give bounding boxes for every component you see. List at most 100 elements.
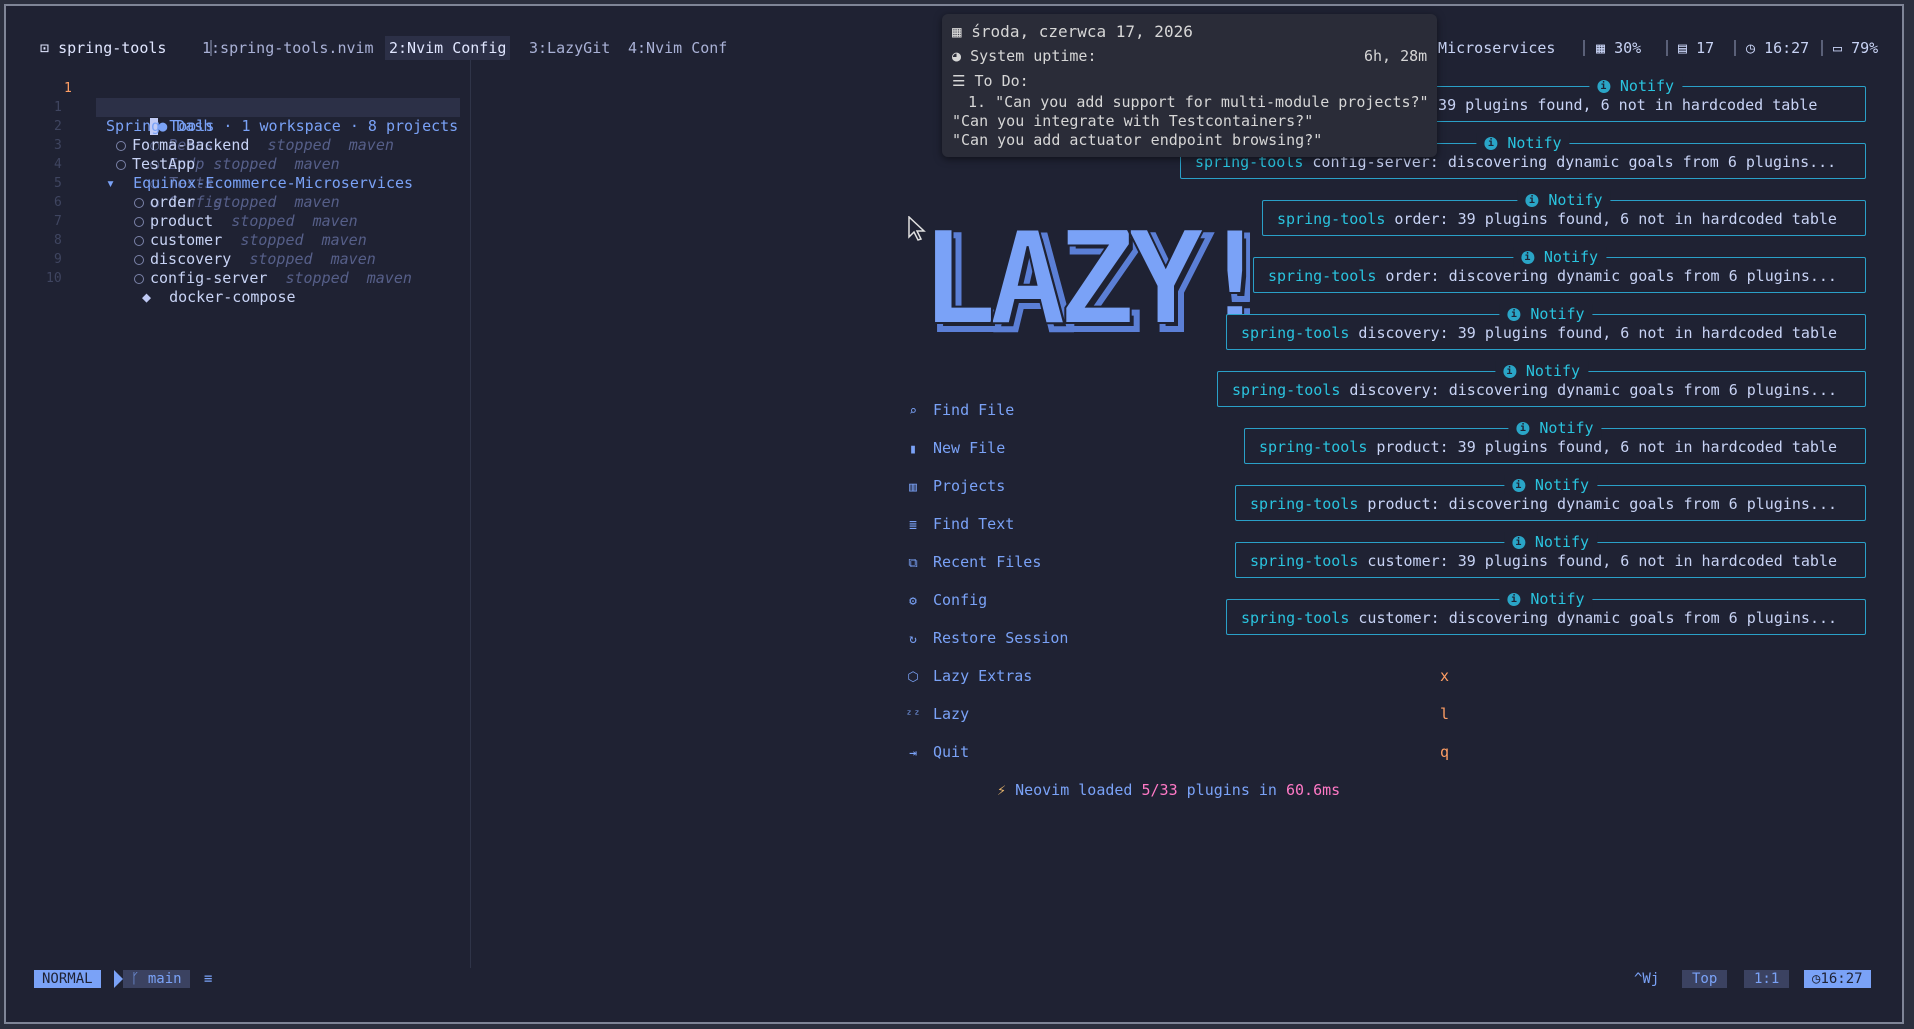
status-dot-icon	[134, 235, 144, 246]
scroll-position: Top	[1682, 970, 1728, 988]
status-dot-icon	[134, 254, 144, 265]
notification[interactable]: i Notify spring-tools product: discoverin…	[1235, 475, 1866, 521]
menu-new-file[interactable]: ▮ New File	[905, 436, 1005, 460]
uptime-icon: ◕	[952, 47, 962, 65]
tree-header-row: 1 Spring Tools · 1 workspace · 8 project…	[54, 100, 459, 135]
info-icon: i	[1507, 308, 1521, 321]
info-icon: i	[1507, 593, 1521, 606]
calendar-icon: ▤	[1678, 39, 1688, 57]
battery-icon: ▭	[1833, 39, 1843, 57]
tree-item[interactable]: 9 config-server stopped maven	[34, 231, 412, 287]
cursor-position: 1:1	[1744, 970, 1790, 988]
checklist-icon: ☰	[952, 72, 966, 90]
info-icon: i	[1484, 137, 1498, 150]
startup-footer: ⚡ Neovim loaded 5/33 plugins in 60.6ms	[997, 781, 1341, 799]
status-dot-icon	[116, 140, 126, 151]
branch-icon: ᚴ	[131, 971, 140, 987]
status-divider	[1583, 40, 1585, 56]
menu-find-text[interactable]: ≣ Find Text	[905, 512, 1014, 536]
pending-keys: ^Wj	[1634, 971, 1660, 987]
menu-recent-files[interactable]: ⧉ Recent Files	[905, 550, 1041, 574]
status-cpu: ▦ 30%	[1596, 39, 1642, 57]
menu-restore-session[interactable]: ↻ Restore Session	[905, 626, 1068, 650]
status-dot-icon	[134, 197, 144, 208]
notification[interactable]: i Notify spring-tools customer: discoveri…	[1226, 589, 1866, 635]
key-lazy: l	[1440, 705, 1450, 723]
info-icon: i	[1520, 251, 1534, 264]
tree-item[interactable]: 2 Forma-Backend stopped maven	[34, 98, 394, 154]
file-icon: ▮	[909, 442, 917, 457]
svg-text:LAZY!: LAZY!	[920, 225, 1250, 340]
sleep-icon: ᶻᶻ	[905, 708, 921, 723]
quit-icon: ⇥	[909, 746, 917, 761]
notification[interactable]: i Notify spring-tools order: discovering …	[1253, 247, 1866, 293]
cube-icon: ⬡	[907, 670, 919, 685]
expand-arrow-icon: ▾	[106, 174, 116, 192]
tree-item[interactable]: 8 discovery stopped maven	[34, 212, 376, 268]
menu-lazy-extras[interactable]: ⬡ Lazy Extras	[905, 664, 1032, 688]
menu-lazy[interactable]: ᶻᶻ Lazy	[905, 702, 969, 726]
notification[interactable]: i Notify spring-tools order: 39 plugins f…	[1262, 190, 1866, 236]
terminal-icon: ⊡	[40, 39, 50, 57]
mode-separator	[114, 970, 123, 988]
menu-find-file[interactable]: ⌕ Find File	[905, 398, 1014, 422]
docker-icon: ◆	[142, 288, 152, 306]
menu-projects[interactable]: ▥ Projects	[905, 474, 1005, 498]
notification[interactable]: i Notify spring-tools discovery: discover…	[1217, 361, 1866, 407]
restore-icon: ↻	[909, 632, 917, 647]
vim-statusline: NORMAL ᚴ main ≡ ^Wj Top 1:1 ◷16:27	[34, 970, 1880, 988]
spring-tools-tree-pane: 1 ● Dash ○ Beans ○ Endp ○ Tests ○ Config…	[34, 60, 471, 968]
clock-icon: ◷	[1746, 39, 1756, 57]
info-icon: i	[1502, 365, 1516, 378]
statusline-clock: ◷16:27	[1804, 970, 1871, 988]
status-battery: ▭ 79%	[1833, 39, 1879, 57]
menu-quit[interactable]: ⇥ Quit	[905, 740, 969, 764]
gear-icon: ⚙	[909, 594, 917, 609]
mode-indicator: NORMAL	[34, 970, 101, 988]
popup-todo-item: "Can you integrate with Testcontainers?"	[952, 112, 1314, 130]
session-name[interactable]: ⊡ spring-tools	[40, 36, 166, 60]
key-lazy-extras: x	[1440, 667, 1450, 685]
status-project: e-Microservices	[1420, 39, 1556, 57]
popup-todo-item: 1. "Can you add support for multi-module…	[968, 93, 1429, 111]
lightning-icon: ⚡	[997, 781, 1007, 799]
tab-4[interactable]: 4:Nvim Conf	[628, 36, 727, 60]
key-quit: q	[1440, 743, 1450, 761]
status-dot-icon	[134, 216, 144, 227]
info-icon: i	[1511, 479, 1525, 492]
tree-item[interactable]: 10 ◆ docker-compose	[34, 250, 296, 306]
lazy-logo-art: LAZY! LAZY!	[919, 204, 1282, 363]
mouse-pointer-icon	[908, 216, 926, 241]
info-icon: i	[1516, 422, 1530, 435]
projects-icon: ▥	[909, 480, 917, 495]
status-divider	[1821, 40, 1823, 56]
status-divider	[1666, 40, 1668, 56]
tree-item[interactable]: 6 product stopped maven	[34, 174, 358, 230]
notification[interactable]: i Notify : 39 plugins found, 6 not in har…	[1405, 76, 1866, 122]
git-branch[interactable]: ᚴ main	[123, 970, 190, 988]
status-dot-icon	[116, 159, 126, 170]
tree-tabbar: ● Dash ○ Beans ○ Endp ○ Tests ○ Config	[96, 98, 460, 211]
calendar-icon: ▦	[952, 22, 962, 41]
tree-workspace[interactable]: 4 ▾ Equinox-Ecommerce-Microservices	[34, 136, 413, 192]
tab-3[interactable]: 3:LazyGit	[529, 36, 610, 60]
cpu-icon: ▦	[1596, 39, 1606, 57]
tree-item[interactable]: 7 customer stopped maven	[34, 193, 367, 249]
notification[interactable]: i Notify spring-tools discovery: 39 plugi…	[1226, 304, 1866, 350]
popup-todo-label: ☰ To Do:	[952, 72, 1029, 90]
tree-item[interactable]: 5 order stopped maven	[34, 155, 340, 211]
notification[interactable]: i Notify spring-tools product: 39 plugins…	[1244, 418, 1866, 464]
tree-item[interactable]: 3 TestApp stopped maven	[34, 117, 340, 173]
text-icon: ≣	[909, 518, 917, 533]
menu-config[interactable]: ⚙ Config	[905, 588, 987, 612]
info-icon: i	[1511, 536, 1525, 549]
tree-line-1: 1 ● Dash ○ Beans ○ Endp ○ Tests ○ Config	[34, 60, 464, 211]
tab-1[interactable]: 1:spring-tools.nvim	[202, 36, 374, 60]
notification[interactable]: i Notify spring-tools customer: 39 plugin…	[1235, 532, 1866, 578]
status-dot-icon	[134, 273, 144, 284]
status-date: ▤ 17	[1678, 39, 1715, 57]
tab-2-active[interactable]: 2:Nvim Config	[385, 36, 511, 60]
popup-uptime: ◕ System uptime:	[952, 47, 1097, 65]
info-icon: i	[1525, 194, 1539, 207]
lazy-logo: LAZY! LAZY!	[919, 204, 1282, 363]
